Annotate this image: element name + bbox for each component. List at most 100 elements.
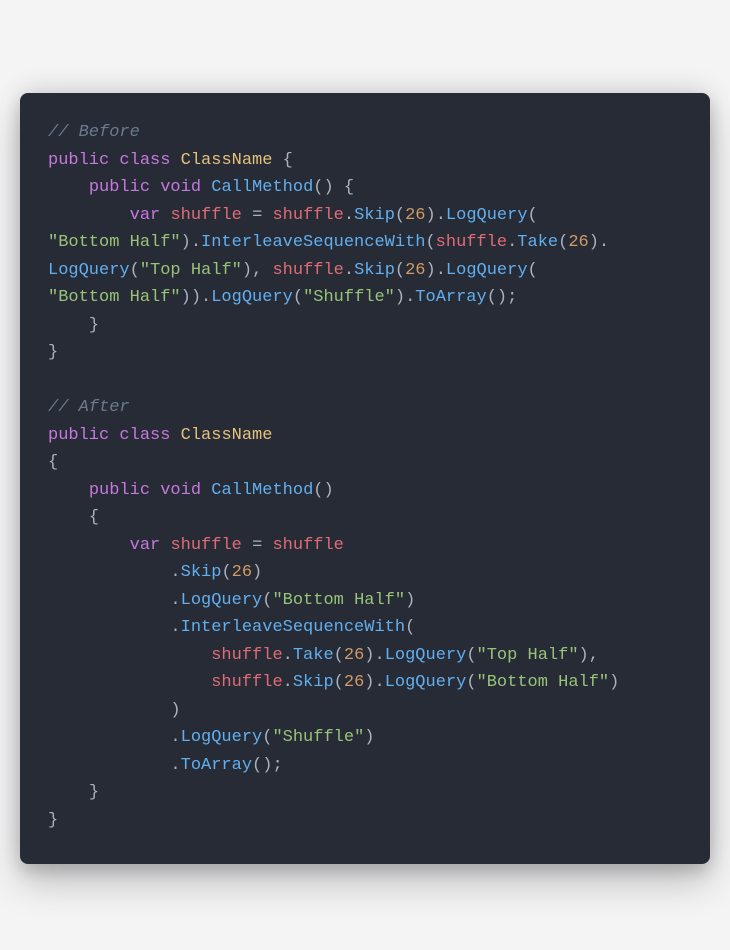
num-26: 26 — [568, 233, 588, 252]
fn-logquery: LogQuery — [181, 591, 263, 610]
fn-logquery: LogQuery — [446, 206, 528, 225]
brace-open: { — [272, 151, 292, 170]
var-shuffle: shuffle — [436, 233, 507, 252]
rparen: ) — [609, 673, 619, 692]
fn-interleave: InterleaveSequenceWith — [201, 233, 425, 252]
kw-class: class — [119, 151, 170, 170]
str-bottom-half: "Bottom Half" — [272, 591, 405, 610]
dot: . — [170, 563, 180, 582]
fn-logquery: LogQuery — [446, 261, 528, 280]
empty-parens-semi: (); — [252, 756, 283, 775]
fn-skip: Skip — [293, 673, 334, 692]
parens-brace: () { — [313, 178, 354, 197]
str-shuffle: "Shuffle" — [272, 728, 364, 747]
var-shuffle: shuffle — [170, 206, 241, 225]
lparen: ( — [466, 646, 476, 665]
fn-toarray: ToArray — [181, 756, 252, 775]
rparen-dot: ). — [426, 261, 446, 280]
num-26: 26 — [405, 206, 425, 225]
dot: . — [170, 618, 180, 637]
lparen: ( — [221, 563, 231, 582]
lparen: ( — [262, 728, 272, 747]
kw-var: var — [130, 206, 161, 225]
lparen: ( — [395, 206, 405, 225]
rparen-dot: ). — [589, 233, 609, 252]
lparen: ( — [528, 261, 538, 280]
kw-class: class — [119, 426, 170, 445]
brace-open: { — [89, 508, 99, 527]
fn-toarray: ToArray — [415, 288, 486, 307]
comment-before: // Before — [48, 123, 140, 142]
lparen: ( — [528, 206, 538, 225]
fn-logquery: LogQuery — [385, 673, 467, 692]
type-classname: ClassName — [181, 151, 273, 170]
type-classname: ClassName — [181, 426, 273, 445]
dot: . — [283, 673, 293, 692]
dot: . — [344, 261, 354, 280]
num-26: 26 — [232, 563, 252, 582]
code-block: // Before public class ClassName { publi… — [48, 119, 682, 834]
dot: . — [283, 646, 293, 665]
rparen-dot: ). — [426, 206, 446, 225]
lparen: ( — [425, 233, 435, 252]
rparen: ) — [364, 728, 374, 747]
brace-close: } — [89, 316, 99, 335]
lparen: ( — [405, 618, 415, 637]
fn-skip: Skip — [354, 261, 395, 280]
fn-callmethod: CallMethod — [211, 178, 313, 197]
dot: . — [344, 206, 354, 225]
rparen-dot: ). — [181, 233, 201, 252]
eq: = — [252, 206, 262, 225]
kw-public: public — [89, 481, 150, 500]
kw-public: public — [48, 426, 109, 445]
lparen: ( — [466, 673, 476, 692]
lparen: ( — [130, 261, 140, 280]
lparen: ( — [558, 233, 568, 252]
comma: , — [589, 646, 599, 665]
var-shuffle: shuffle — [272, 206, 343, 225]
dot: . — [170, 591, 180, 610]
lparen: ( — [334, 673, 344, 692]
num-26: 26 — [405, 261, 425, 280]
fn-logquery: LogQuery — [181, 728, 263, 747]
dot: . — [170, 728, 180, 747]
var-shuffle: shuffle — [272, 536, 343, 555]
rparen-rparen-dot: )). — [181, 288, 212, 307]
lparen: ( — [334, 646, 344, 665]
fn-logquery: LogQuery — [48, 261, 130, 280]
rparen: ) — [405, 591, 415, 610]
var-shuffle: shuffle — [211, 646, 282, 665]
rparen: ) — [579, 646, 589, 665]
kw-void: void — [160, 178, 201, 197]
brace-open: { — [48, 453, 58, 472]
str-shuffle: "Shuffle" — [303, 288, 395, 307]
str-top-half: "Top Half" — [140, 261, 242, 280]
num-26: 26 — [344, 673, 364, 692]
str-top-half: "Top Half" — [477, 646, 579, 665]
comma: , — [252, 261, 272, 280]
brace-close: } — [48, 811, 58, 830]
rparen-dot: ). — [364, 673, 384, 692]
fn-logquery: LogQuery — [211, 288, 293, 307]
kw-public: public — [48, 151, 109, 170]
kw-var: var — [130, 536, 161, 555]
lparen: ( — [395, 261, 405, 280]
empty-parens: () — [313, 481, 333, 500]
var-shuffle: shuffle — [170, 536, 241, 555]
empty-parens-semi: (); — [487, 288, 518, 307]
str-bottom-half: "Bottom Half" — [48, 288, 181, 307]
comment-after: // After — [48, 398, 130, 417]
rparen: ) — [252, 563, 262, 582]
rparen-dot: ). — [395, 288, 415, 307]
str-bottom-half: "Bottom Half" — [48, 233, 181, 252]
rparen: ) — [242, 261, 252, 280]
eq: = — [252, 536, 262, 555]
fn-skip: Skip — [354, 206, 395, 225]
dot: . — [507, 233, 517, 252]
fn-callmethod: CallMethod — [211, 481, 313, 500]
brace-close: } — [89, 783, 99, 802]
var-shuffle: shuffle — [211, 673, 282, 692]
num-26: 26 — [344, 646, 364, 665]
kw-void: void — [160, 481, 201, 500]
brace-close: } — [48, 343, 58, 362]
